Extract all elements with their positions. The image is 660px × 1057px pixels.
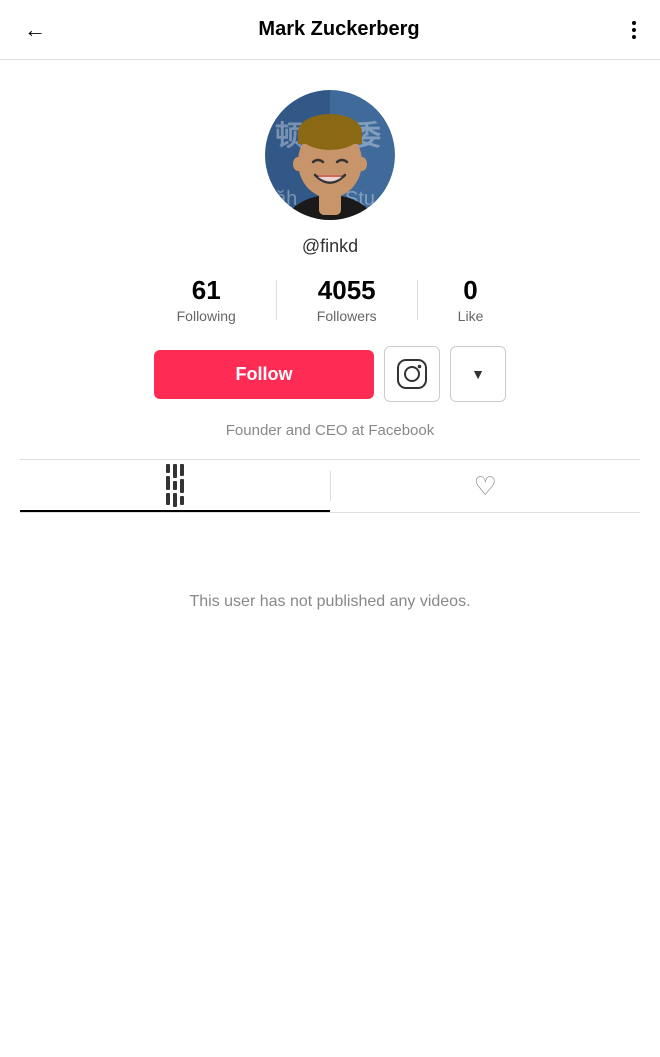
heart-icon: ♡	[474, 473, 497, 499]
tab-liked[interactable]: ♡	[331, 460, 641, 512]
empty-state: This user has not published any videos.	[0, 533, 660, 671]
stat-following[interactable]: 61 Following	[137, 275, 276, 324]
likes-label: Like	[458, 308, 484, 324]
action-row: Follow ▼	[154, 346, 506, 402]
bio-text: Founder and CEO at Facebook	[226, 422, 434, 439]
stats-row: 61 Following 4055 Followers 0 Like	[20, 275, 640, 324]
dropdown-button[interactable]: ▼	[450, 346, 506, 402]
followers-count: 4055	[318, 275, 376, 306]
username: @finkd	[302, 236, 358, 257]
page-title: Mark Zuckerberg	[258, 18, 419, 41]
tab-videos[interactable]	[20, 460, 330, 512]
stat-likes[interactable]: 0 Like	[418, 275, 524, 324]
dot-3	[632, 35, 636, 39]
followers-label: Followers	[317, 308, 377, 324]
dot-2	[632, 28, 636, 32]
profile-section: 顿 委 ăh Stu @finkd	[0, 60, 660, 533]
svg-text:ăh: ăh	[275, 188, 297, 210]
following-label: Following	[177, 308, 236, 324]
avatar-container: 顿 委 ăh Stu	[265, 90, 395, 220]
avatar: 顿 委 ăh Stu	[265, 90, 395, 220]
empty-message: This user has not published any videos.	[189, 593, 470, 611]
back-button[interactable]: ←	[20, 13, 50, 47]
likes-count: 0	[463, 275, 477, 306]
more-options-button[interactable]	[628, 17, 640, 43]
tab-bar: ♡	[20, 459, 640, 513]
stat-followers[interactable]: 4055 Followers	[277, 275, 417, 324]
header: ← Mark Zuckerberg	[0, 0, 660, 60]
dropdown-arrow-icon: ▼	[471, 366, 485, 382]
instagram-icon	[396, 358, 428, 390]
dot-1	[632, 21, 636, 25]
follow-button[interactable]: Follow	[154, 350, 374, 399]
following-count: 61	[192, 275, 221, 306]
instagram-button[interactable]	[384, 346, 440, 402]
grid-view-icon	[166, 464, 184, 507]
